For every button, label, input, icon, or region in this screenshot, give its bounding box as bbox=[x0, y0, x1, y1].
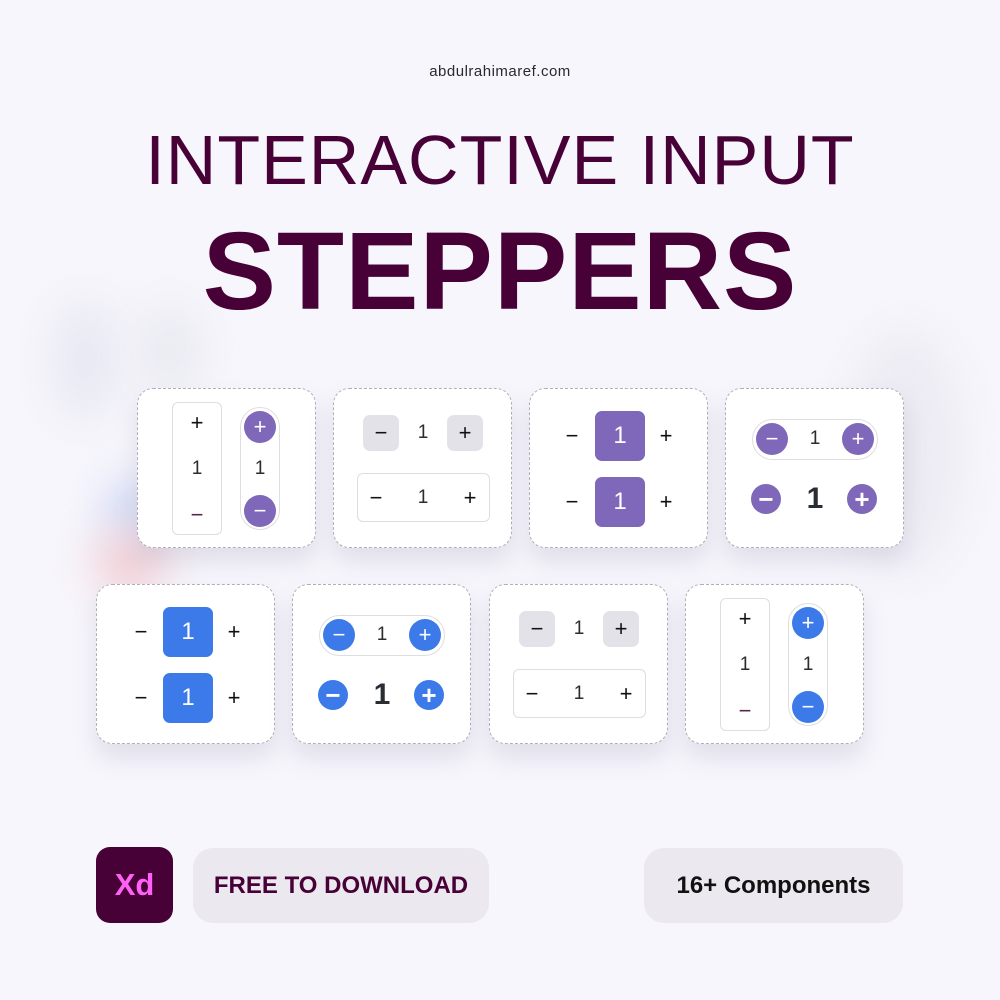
increment-button[interactable]: + bbox=[244, 411, 276, 443]
decrement-button[interactable]: − bbox=[519, 611, 555, 647]
increment-button[interactable]: + bbox=[603, 611, 639, 647]
plus-icon: + bbox=[619, 681, 633, 706]
decrement-button[interactable]: − bbox=[362, 484, 390, 512]
plus-icon: + bbox=[851, 426, 865, 451]
minus-icon: − bbox=[325, 680, 341, 710]
decrement-button[interactable]: − bbox=[558, 488, 586, 516]
minus-icon: − bbox=[801, 694, 815, 719]
minus-icon: − bbox=[134, 619, 148, 644]
increment-button[interactable]: + bbox=[220, 684, 248, 712]
increment-button[interactable]: + bbox=[220, 618, 248, 646]
decrement-button[interactable]: − bbox=[756, 423, 788, 455]
stepper-value[interactable]: 1 bbox=[562, 680, 596, 708]
card-round-steppers-purple: − 1 + − 1 + bbox=[725, 388, 904, 548]
stepper-value[interactable]: 1 bbox=[720, 651, 770, 679]
stepper-value[interactable]: 1 bbox=[798, 425, 832, 453]
plus-icon: + bbox=[463, 485, 477, 510]
decrement-button[interactable]: − bbox=[751, 484, 781, 514]
decrement-button[interactable]: − bbox=[518, 680, 546, 708]
minus-icon: − bbox=[530, 616, 544, 641]
plus-icon: + bbox=[421, 680, 437, 710]
increment-button[interactable]: + bbox=[409, 619, 441, 651]
stepper-value[interactable]: 1 bbox=[240, 455, 280, 483]
increment-button[interactable]: + bbox=[792, 607, 824, 639]
minus-icon: − bbox=[253, 498, 267, 523]
plus-icon: + bbox=[458, 420, 472, 445]
minus-icon: − bbox=[565, 489, 579, 514]
plus-icon: + bbox=[801, 610, 815, 635]
stepper-value[interactable]: 1 bbox=[562, 615, 596, 643]
plus-icon: + bbox=[614, 616, 628, 641]
stepper-value[interactable]: 1 bbox=[788, 651, 828, 679]
stepper-value[interactable]: 1 bbox=[163, 607, 213, 657]
increment-button[interactable]: + bbox=[720, 605, 770, 633]
free-to-download-button[interactable]: FREE TO DOWNLOAD bbox=[193, 848, 489, 923]
stepper-value[interactable]: 1 bbox=[163, 673, 213, 723]
increment-button[interactable]: + bbox=[842, 423, 874, 455]
stepper-value[interactable]: 1 bbox=[365, 621, 399, 649]
card-filled-square-steppers-blue: − 1 + − 1 + bbox=[96, 584, 275, 744]
increment-button[interactable]: + bbox=[172, 409, 222, 437]
card-vertical-steppers-purple: + 1 − + 1 − bbox=[137, 388, 316, 548]
xd-logo-text: Xd bbox=[114, 867, 155, 902]
minus-icon: − bbox=[369, 485, 383, 510]
decrement-button[interactable]: − bbox=[558, 422, 586, 450]
stepper-value[interactable]: 1 bbox=[406, 419, 440, 447]
card-vertical-steppers-blue: + 1 − + 1 − bbox=[685, 584, 864, 744]
minus-icon: − bbox=[190, 502, 204, 527]
minus-icon: − bbox=[738, 698, 752, 723]
components-label: 16+ Components bbox=[676, 871, 871, 899]
increment-button[interactable]: + bbox=[652, 422, 680, 450]
plus-icon: + bbox=[418, 622, 432, 647]
minus-icon: − bbox=[565, 423, 579, 448]
decrement-button[interactable]: − bbox=[127, 618, 155, 646]
adobe-xd-logo-icon: Xd bbox=[96, 847, 173, 923]
plus-icon: + bbox=[253, 414, 267, 439]
decrement-button[interactable]: − bbox=[244, 495, 276, 527]
minus-icon: − bbox=[134, 685, 148, 710]
stepper-value[interactable]: 1 bbox=[796, 481, 834, 517]
minus-icon: − bbox=[332, 622, 346, 647]
card-filled-square-steppers-purple: − 1 + − 1 + bbox=[529, 388, 708, 548]
minus-icon: − bbox=[765, 426, 779, 451]
minus-icon: − bbox=[374, 420, 388, 445]
plus-icon: + bbox=[190, 410, 204, 435]
increment-button[interactable]: + bbox=[456, 484, 484, 512]
plus-icon: + bbox=[659, 489, 673, 514]
stepper-value[interactable]: 1 bbox=[595, 477, 645, 527]
stepper-value[interactable]: 1 bbox=[406, 484, 440, 512]
increment-button[interactable]: + bbox=[414, 680, 444, 710]
increment-button[interactable]: + bbox=[652, 488, 680, 516]
decrement-button[interactable]: − bbox=[318, 680, 348, 710]
increment-button[interactable]: + bbox=[612, 680, 640, 708]
decrement-button[interactable]: − bbox=[363, 415, 399, 451]
title-line-1: INTERACTIVE INPUT bbox=[145, 121, 855, 199]
minus-icon: − bbox=[525, 681, 539, 706]
decrement-button[interactable]: − bbox=[323, 619, 355, 651]
plus-icon: + bbox=[738, 606, 752, 631]
increment-button[interactable]: + bbox=[847, 484, 877, 514]
card-horizontal-gray-steppers: − 1 + − 1 + bbox=[333, 388, 512, 548]
download-label: FREE TO DOWNLOAD bbox=[213, 871, 469, 899]
stepper-value[interactable]: 1 bbox=[595, 411, 645, 461]
minus-icon: − bbox=[758, 484, 774, 514]
site-url: abdulrahimaref.com bbox=[429, 63, 571, 80]
card-round-steppers-blue: − 1 + − 1 + bbox=[292, 584, 471, 744]
title-line-2: STEPPERS bbox=[202, 210, 798, 333]
stepper-value[interactable]: 1 bbox=[363, 677, 401, 713]
decrement-button[interactable]: − bbox=[172, 501, 222, 529]
increment-button[interactable]: + bbox=[447, 415, 483, 451]
plus-icon: + bbox=[227, 685, 241, 710]
plus-icon: + bbox=[659, 423, 673, 448]
components-count-badge: 16+ Components bbox=[644, 848, 903, 923]
plus-icon: + bbox=[854, 484, 870, 514]
plus-icon: + bbox=[227, 619, 241, 644]
stepper-value[interactable]: 1 bbox=[172, 455, 222, 483]
decrement-button[interactable]: − bbox=[127, 684, 155, 712]
card-horizontal-gray-steppers: − 1 + − 1 + bbox=[489, 584, 668, 744]
decrement-button[interactable]: − bbox=[720, 697, 770, 725]
decrement-button[interactable]: − bbox=[792, 691, 824, 723]
